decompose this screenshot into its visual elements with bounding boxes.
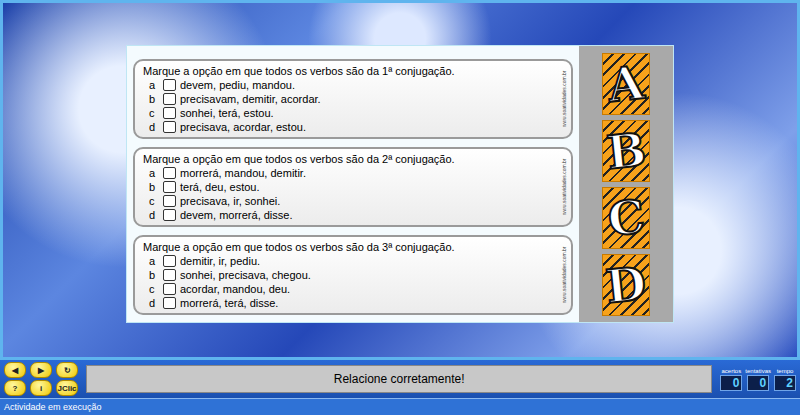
option-checkbox[interactable] [163, 283, 176, 295]
question-card[interactable]: Marque a opção em que todos os verbos sã… [133, 59, 573, 139]
toolbar-button[interactable]: ↻ [56, 362, 78, 378]
question-prompt: Marque a opção em que todos os verbos sã… [143, 152, 561, 166]
app-window: Marque a opção em que todos os verbos sã… [0, 0, 800, 415]
option-checkbox[interactable] [163, 195, 176, 207]
option-checkbox[interactable] [163, 297, 176, 309]
counter: tentativas0 [745, 367, 771, 391]
option-row[interactable]: c precisava, ir, sonhei. [143, 194, 561, 208]
option-row[interactable]: a devem, pediu, mandou. [143, 78, 561, 92]
activity-stage: Marque a opção em que todos os verbos sã… [0, 0, 800, 360]
option-letter: b [149, 92, 159, 106]
option-letter: d [149, 120, 159, 134]
option-row[interactable]: b precisavam, demitir, acordar. [143, 92, 561, 106]
option-checkbox[interactable] [163, 255, 176, 267]
option-row[interactable]: c acordar, mandou, deu. [143, 282, 561, 296]
toolbar-button[interactable]: JClic [56, 380, 78, 396]
option-row[interactable]: c sonhei, terá, estou. [143, 106, 561, 120]
option-text: terá, deu, estou. [180, 180, 260, 194]
option-checkbox[interactable] [163, 167, 176, 179]
option-row[interactable]: a morrerá, mandou, demitir. [143, 166, 561, 180]
letter-tile[interactable]: C [602, 187, 650, 249]
option-text: demitir, ir, pediu. [180, 254, 260, 268]
option-checkbox[interactable] [163, 79, 176, 91]
toolbar-button[interactable]: ? [4, 380, 26, 396]
question-card[interactable]: Marque a opção em que todos os verbos sã… [133, 147, 573, 227]
option-letter: d [149, 208, 159, 222]
option-row[interactable]: b sonhei, precisava, chegou. [143, 268, 561, 282]
option-letter: b [149, 268, 159, 282]
option-checkbox[interactable] [163, 107, 176, 119]
letter-tile[interactable]: A [602, 53, 650, 115]
option-checkbox[interactable] [163, 269, 176, 281]
option-letter: a [149, 78, 159, 92]
question-prompt: Marque a opção em que todos os verbos sã… [143, 240, 561, 254]
status-bar: Actividade em execução [0, 398, 800, 415]
question-list: Marque a opção em que todos os verbos sã… [127, 46, 579, 322]
option-letter: b [149, 180, 159, 194]
question-prompt: Marque a opção em que todos os verbos sã… [143, 64, 561, 78]
counter: tempo2 [774, 367, 796, 391]
option-text: morrerá, mandou, demitir. [180, 166, 306, 180]
counters: acertos0tentativas0tempo2 [720, 367, 796, 391]
toolbar: ◀▶↻?iJClic [4, 362, 78, 396]
option-row[interactable]: b terá, deu, estou. [143, 180, 561, 194]
option-row[interactable]: a demitir, ir, pediu. [143, 254, 561, 268]
activity-panel: Marque a opção em que todos os verbos sã… [126, 45, 674, 323]
option-text: devem, pediu, mandou. [180, 78, 295, 92]
question-card[interactable]: Marque a opção em que todos os verbos sã… [133, 235, 573, 315]
option-row[interactable]: d morrerá, terá, disse. [143, 296, 561, 310]
option-row[interactable]: d precisava, acordar, estou. [143, 120, 561, 134]
toolbar-button[interactable]: i [30, 380, 52, 396]
option-letter: a [149, 166, 159, 180]
option-text: sonhei, precisava, chegou. [180, 268, 311, 282]
option-letter: a [149, 254, 159, 268]
option-text: devem, morrerá, disse. [180, 208, 292, 222]
control-bar: ◀▶↻?iJClic Relacione corretamente! acertos… [0, 360, 800, 398]
letter-tile[interactable]: B [602, 120, 650, 182]
option-checkbox[interactable] [163, 121, 176, 133]
option-checkbox[interactable] [163, 93, 176, 105]
option-text: precisava, acordar, estou. [180, 120, 306, 134]
option-letter: c [149, 282, 159, 296]
option-text: sonhei, terá, estou. [180, 106, 274, 120]
watermark: www.soatividades.com.br [561, 152, 567, 222]
letter-tile[interactable]: D [602, 254, 650, 316]
toolbar-button[interactable]: ◀ [4, 362, 26, 378]
option-checkbox[interactable] [163, 181, 176, 193]
option-text: acordar, mandou, deu. [180, 282, 290, 296]
option-checkbox[interactable] [163, 209, 176, 221]
watermark: www.soatividades.com.br [561, 64, 567, 134]
option-letter: c [149, 194, 159, 208]
counter: acertos0 [720, 367, 742, 391]
option-letter: d [149, 296, 159, 310]
toolbar-button[interactable]: ▶ [30, 362, 52, 378]
watermark: www.soatividades.com.br [561, 240, 567, 310]
option-letter: c [149, 106, 159, 120]
option-text: precisava, ir, sonhei. [180, 194, 280, 208]
option-text: precisavam, demitir, acordar. [180, 92, 321, 106]
message-box: Relacione corretamente! [86, 365, 712, 393]
tile-column: ABCD [579, 46, 673, 322]
option-text: morrerá, terá, disse. [180, 296, 278, 310]
option-row[interactable]: d devem, morrerá, disse. [143, 208, 561, 222]
